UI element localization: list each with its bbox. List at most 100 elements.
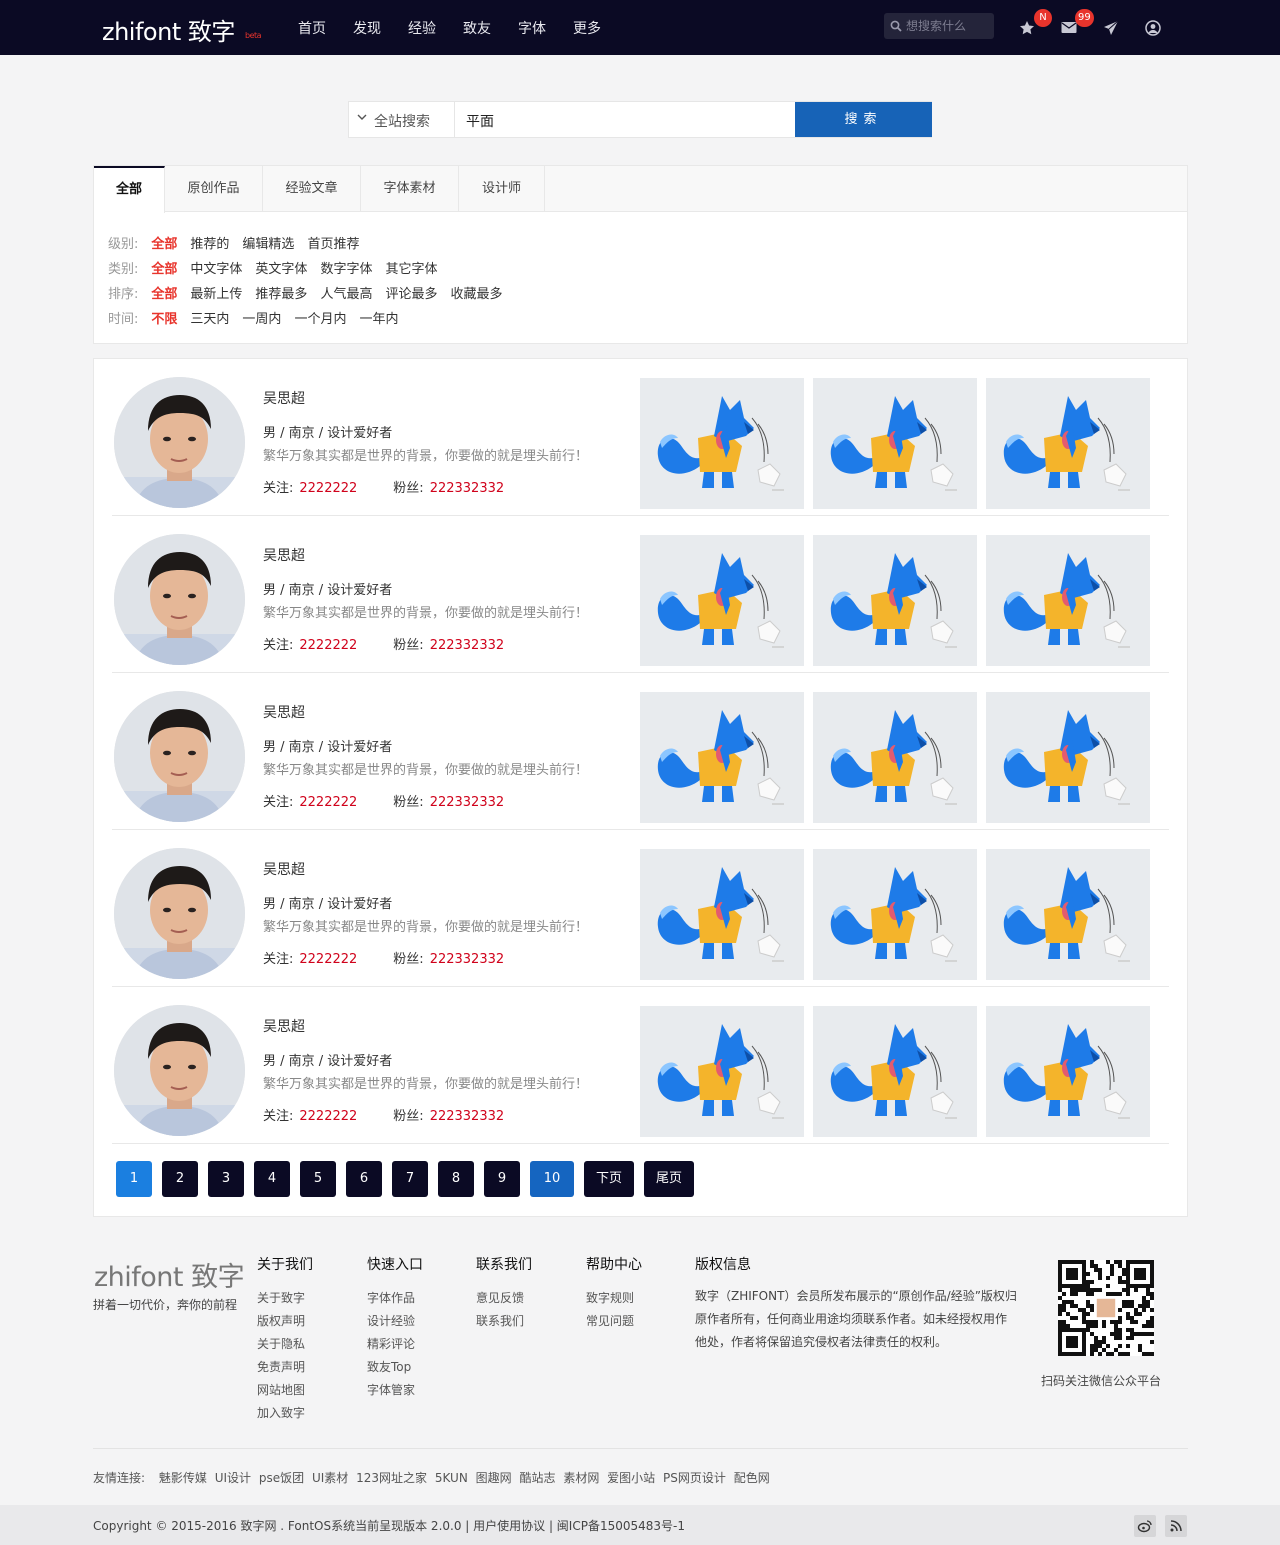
work-thumbnail[interactable] [986,1006,1150,1137]
tab-font-materials[interactable]: 字体素材 [361,166,459,212]
work-thumbnail[interactable] [986,535,1150,666]
work-thumbnail[interactable] [813,692,977,823]
avatar[interactable] [114,691,245,822]
filter-option[interactable]: 英文字体 [255,262,307,277]
filter-option[interactable]: 评论最多 [385,287,437,302]
filter-option[interactable]: 最新上传 [190,287,242,302]
avatar[interactable] [114,377,245,508]
work-thumbnail[interactable] [813,1006,977,1137]
friend-link[interactable]: 图趣网 [476,1471,512,1485]
friend-link[interactable]: 配色网 [734,1471,770,1485]
tab-original-works[interactable]: 原创作品 [165,166,263,212]
rss-button[interactable] [1165,1515,1187,1537]
friend-link[interactable]: 爱图小站 [607,1471,655,1485]
filter-option[interactable]: 全部 [151,237,177,252]
filter-option[interactable]: 一年内 [359,312,398,327]
footer-link[interactable]: 致字规则 [586,1287,642,1310]
weibo-button[interactable] [1134,1515,1156,1537]
friend-link[interactable]: UI设计 [215,1471,251,1485]
nav-item-experience[interactable]: 经验 [408,18,436,38]
designer-name[interactable]: 吴思超 [263,545,305,565]
footer-link[interactable]: 常见问题 [586,1310,642,1333]
avatar[interactable] [114,534,245,665]
nav-item-friends[interactable]: 致友 [463,18,491,38]
friend-link[interactable]: 素材网 [563,1471,599,1485]
work-thumbnail[interactable] [813,849,977,980]
work-thumbnail[interactable] [640,692,804,823]
filter-option[interactable]: 其它字体 [385,262,437,277]
footer-link[interactable]: 关于隐私 [257,1333,313,1356]
page-button[interactable]: 10 [530,1161,574,1197]
page-button[interactable]: 1 [116,1161,152,1197]
filter-option[interactable]: 推荐的 [190,237,229,252]
top-search-input[interactable]: 想搜索什么 [884,13,994,39]
footer-link[interactable]: 关于致字 [257,1287,313,1310]
footer-link[interactable]: 致友Top [367,1356,423,1379]
page-button[interactable]: 9 [484,1161,520,1197]
designer-name[interactable]: 吴思超 [263,702,305,722]
filter-option[interactable]: 首页推荐 [307,237,359,252]
friend-link[interactable]: 酷站志 [519,1471,555,1485]
page-button[interactable]: 8 [438,1161,474,1197]
nav-item-more[interactable]: 更多 [573,18,601,38]
filter-option[interactable]: 数字字体 [320,262,372,277]
page-button[interactable]: 4 [254,1161,290,1197]
next-page-button[interactable]: 下页 [584,1161,635,1197]
tab-all[interactable]: 全部 [94,166,165,213]
work-thumbnail[interactable] [640,535,804,666]
messages-button[interactable]: 99 [1061,9,1094,38]
footer-link[interactable]: 字体管家 [367,1379,423,1402]
site-logo[interactable]: zhifont 致字 beta [102,12,262,47]
favorites-button[interactable]: N [1019,9,1052,40]
friend-link[interactable]: 123网址之家 [356,1471,427,1485]
friend-link[interactable]: UI素材 [312,1471,348,1485]
work-thumbnail[interactable] [640,849,804,980]
designer-name[interactable]: 吴思超 [263,1016,305,1036]
filter-option[interactable]: 全部 [151,262,177,277]
nav-item-home[interactable]: 首页 [298,18,326,38]
filter-option[interactable]: 不限 [151,312,177,327]
designer-name[interactable]: 吴思超 [263,388,305,408]
footer-link[interactable]: 网站地图 [257,1379,313,1402]
footer-link[interactable]: 免责声明 [257,1356,313,1379]
last-page-button[interactable]: 尾页 [644,1161,695,1197]
avatar[interactable] [114,1005,245,1136]
filter-option[interactable]: 三天内 [190,312,229,327]
footer-link[interactable]: 设计经验 [367,1310,423,1333]
friend-link[interactable]: PS网页设计 [663,1471,726,1485]
filter-option[interactable]: 收藏最多 [450,287,502,302]
filter-option[interactable]: 中文字体 [190,262,242,277]
filter-option[interactable]: 一个月内 [294,312,346,327]
work-thumbnail[interactable] [813,378,977,509]
user-menu-button[interactable] [1145,20,1161,40]
tab-articles[interactable]: 经验文章 [263,166,361,212]
footer-link[interactable]: 字体作品 [367,1287,423,1310]
search-submit-button[interactable]: 搜索 [795,102,932,137]
page-button[interactable]: 5 [300,1161,336,1197]
filter-option[interactable]: 编辑精选 [242,237,294,252]
avatar[interactable] [114,848,245,979]
footer-link[interactable]: 加入致字 [257,1402,313,1425]
work-thumbnail[interactable] [640,378,804,509]
work-thumbnail[interactable] [986,378,1150,509]
footer-link[interactable]: 意见反馈 [476,1287,532,1310]
page-button[interactable]: 6 [346,1161,382,1197]
page-button[interactable]: 2 [162,1161,198,1197]
designer-name[interactable]: 吴思超 [263,859,305,879]
search-scope-select[interactable]: 全站搜索 [349,102,455,137]
nav-item-discover[interactable]: 发现 [353,18,381,38]
tab-designers[interactable]: 设计师 [459,166,545,212]
friend-link[interactable]: 魅影传媒 [159,1471,207,1485]
filter-option[interactable]: 一周内 [242,312,281,327]
work-thumbnail[interactable] [986,692,1150,823]
friend-link[interactable]: 5KUN [435,1471,468,1485]
filter-option[interactable]: 人气最高 [320,287,372,302]
send-button[interactable] [1103,20,1119,40]
filter-option[interactable]: 全部 [151,287,177,302]
work-thumbnail[interactable] [640,1006,804,1137]
page-button[interactable]: 3 [208,1161,244,1197]
footer-link[interactable]: 精彩评论 [367,1333,423,1356]
page-button[interactable]: 7 [392,1161,428,1197]
work-thumbnail[interactable] [986,849,1150,980]
footer-link[interactable]: 联系我们 [476,1310,532,1333]
